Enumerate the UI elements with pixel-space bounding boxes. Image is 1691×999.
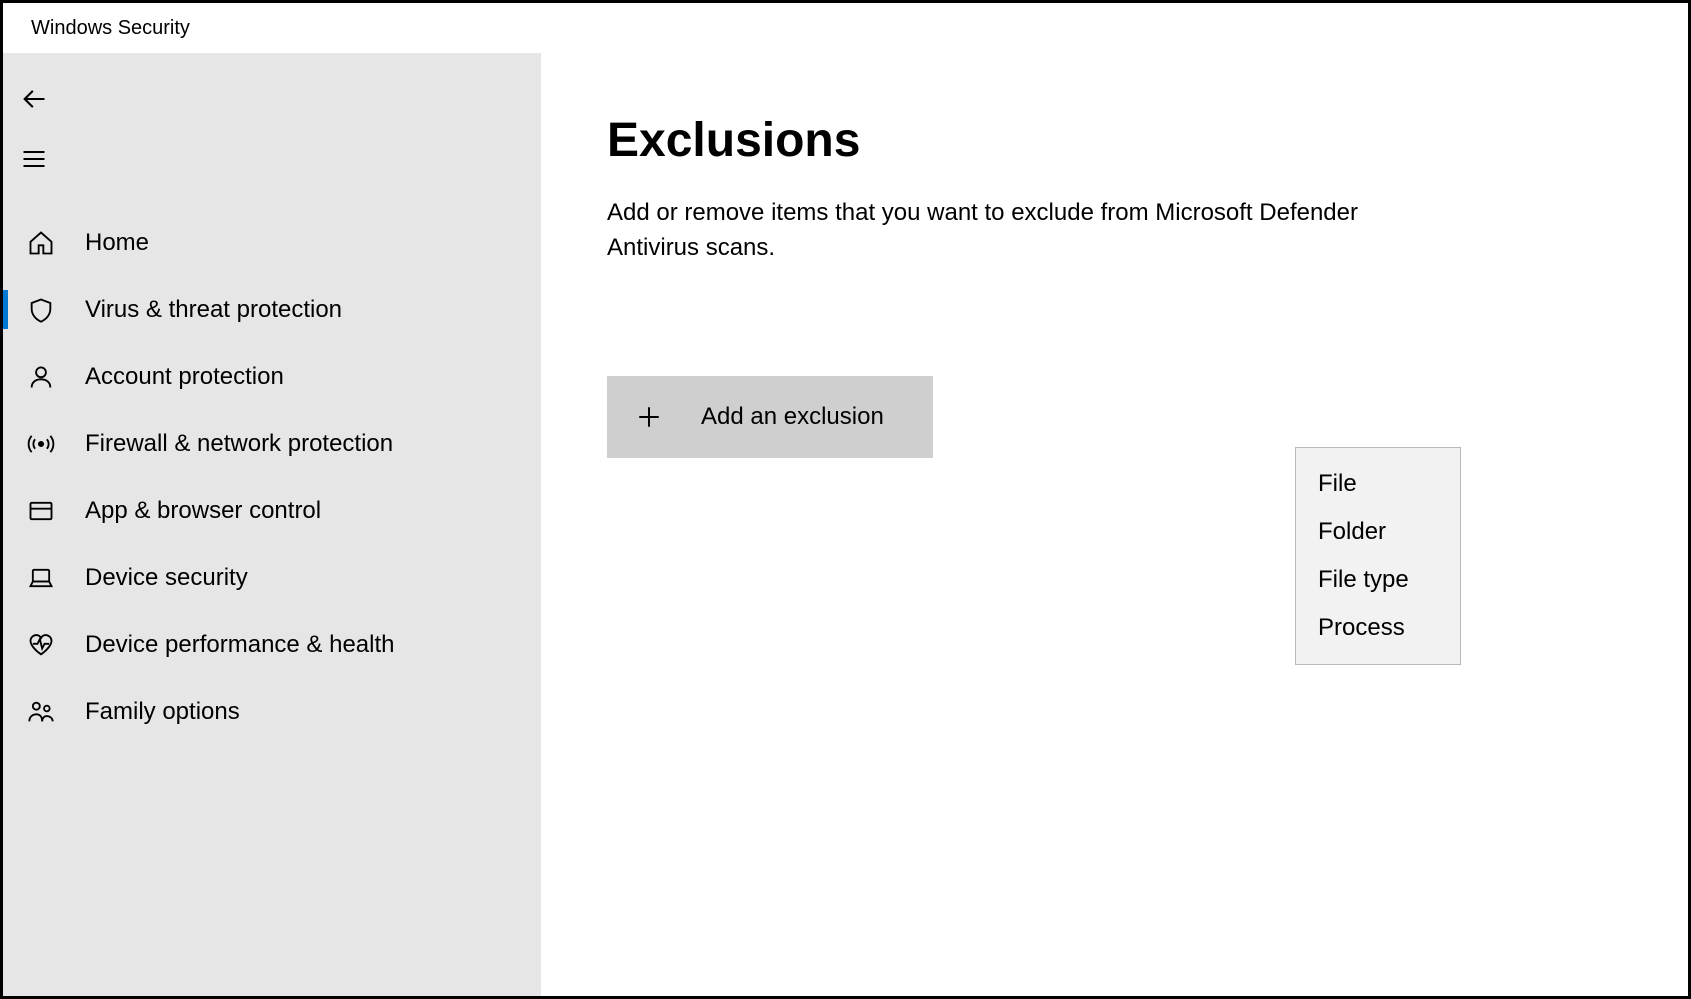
laptop-icon	[25, 562, 57, 594]
family-icon	[25, 696, 57, 728]
plus-icon	[635, 403, 663, 431]
app-body: Home Virus & threat protection Account p…	[3, 53, 1688, 996]
sidebar-item-label: Firewall & network protection	[85, 430, 393, 458]
sidebar-item-label: Device security	[85, 564, 248, 592]
window-icon	[25, 495, 57, 527]
main-content: Exclusions Add or remove items that you …	[541, 53, 1688, 996]
sidebar-item-label: Account protection	[85, 363, 284, 391]
sidebar-item-device-performance-health[interactable]: Device performance & health	[3, 611, 541, 678]
sidebar-item-app-browser-control[interactable]: App & browser control	[3, 477, 541, 544]
sidebar-item-label: App & browser control	[85, 497, 321, 525]
shield-icon	[25, 294, 57, 326]
sidebar-item-home[interactable]: Home	[3, 209, 541, 276]
back-button[interactable]	[3, 71, 65, 131]
page-title: Exclusions	[607, 113, 1658, 168]
sidebar-item-label: Virus & threat protection	[85, 296, 342, 324]
add-exclusion-label: Add an exclusion	[701, 403, 884, 431]
nav-list: Home Virus & threat protection Account p…	[3, 209, 541, 745]
dropdown-item-file[interactable]: File	[1296, 460, 1460, 508]
page-description: Add or remove items that you want to exc…	[607, 196, 1427, 266]
back-arrow-icon	[20, 85, 48, 118]
dropdown-item-folder[interactable]: Folder	[1296, 508, 1460, 556]
exclusion-type-dropdown: File Folder File type Process	[1295, 447, 1461, 665]
home-icon	[25, 227, 57, 259]
selection-indicator	[3, 290, 8, 329]
sidebar-item-virus-threat-protection[interactable]: Virus & threat protection	[3, 276, 541, 343]
sidebar-item-account-protection[interactable]: Account protection	[3, 343, 541, 410]
app-title: Windows Security	[31, 17, 190, 40]
dropdown-item-file-type[interactable]: File type	[1296, 556, 1460, 604]
heart-icon	[25, 629, 57, 661]
sidebar-item-family-options[interactable]: Family options	[3, 678, 541, 745]
sidebar: Home Virus & threat protection Account p…	[3, 53, 541, 996]
dropdown-item-process[interactable]: Process	[1296, 604, 1460, 652]
sidebar-item-label: Home	[85, 229, 149, 257]
add-exclusion-button[interactable]: Add an exclusion	[607, 376, 933, 458]
person-icon	[25, 361, 57, 393]
titlebar: Windows Security	[3, 3, 1688, 53]
app-window: Windows Security	[0, 0, 1691, 999]
sidebar-item-label: Family options	[85, 698, 240, 726]
hamburger-button[interactable]	[3, 131, 65, 191]
broadcast-icon	[25, 428, 57, 460]
sidebar-item-device-security[interactable]: Device security	[3, 544, 541, 611]
sidebar-item-label: Device performance & health	[85, 631, 395, 659]
sidebar-item-firewall-network-protection[interactable]: Firewall & network protection	[3, 410, 541, 477]
hamburger-icon	[20, 145, 48, 178]
